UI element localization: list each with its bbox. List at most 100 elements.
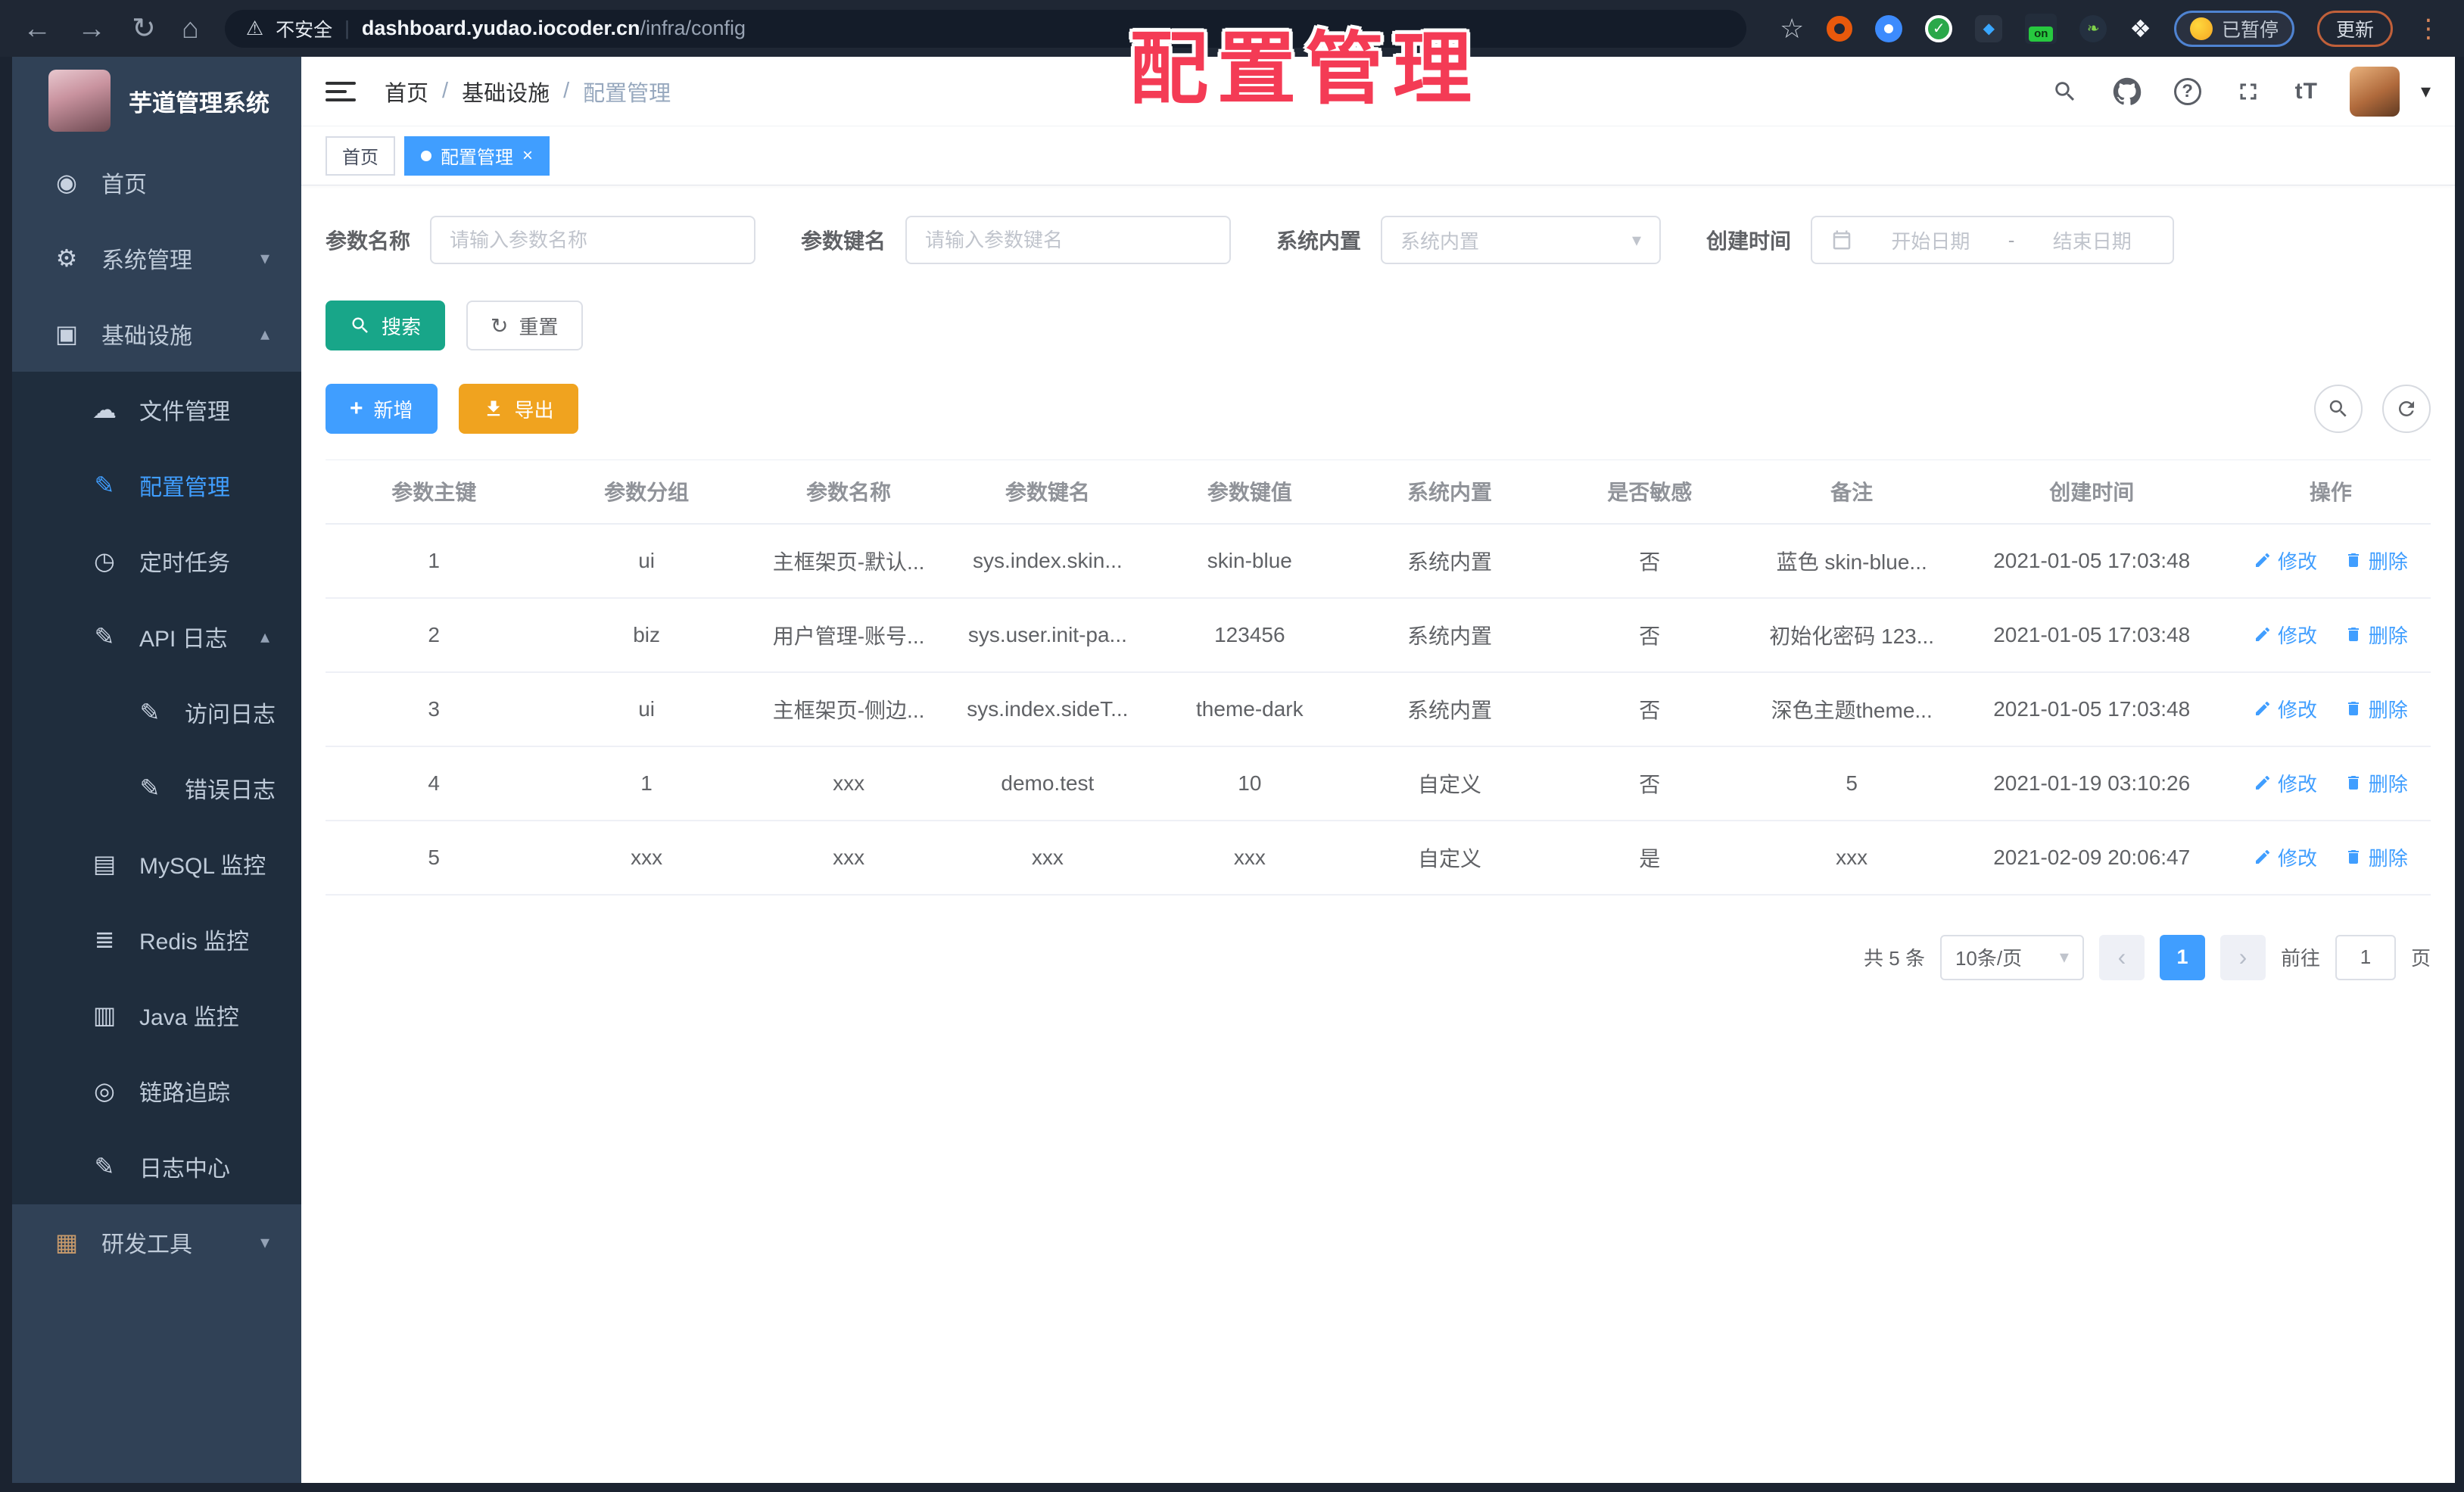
extension-pin-icon[interactable] bbox=[1875, 14, 1903, 42]
navbar-actions: ? tT ▾ bbox=[2050, 66, 2431, 117]
goto-page-input[interactable] bbox=[2335, 934, 2396, 980]
param-key-input[interactable] bbox=[905, 216, 1232, 264]
extension-diamond-icon[interactable]: ◆ bbox=[1975, 14, 2003, 42]
prev-page-button[interactable]: ‹ bbox=[2098, 934, 2145, 980]
export-button[interactable]: 导出 bbox=[458, 384, 578, 434]
paused-extension-pill[interactable]: 已暂停 bbox=[2173, 10, 2294, 47]
tab-home[interactable]: 首页 bbox=[326, 135, 395, 176]
column-header: 操作 bbox=[2230, 459, 2431, 525]
hide-search-button[interactable] bbox=[2314, 385, 2363, 433]
sidebar-item-api-log[interactable]: ✎ API 日志 ▴ bbox=[12, 599, 301, 674]
edit-link[interactable]: 修改 bbox=[2254, 843, 2317, 871]
help-icon[interactable]: ? bbox=[2173, 77, 2201, 105]
sidebar-item-home[interactable]: ◉ 首页 bbox=[12, 145, 301, 220]
gear-icon: ⚙ bbox=[55, 245, 78, 272]
fullscreen-icon[interactable] bbox=[2233, 76, 2263, 107]
address-bar[interactable]: ⚠ 不安全 | dashboard.yudao.iocoder.cn/infra… bbox=[224, 9, 1746, 48]
browser-back-icon[interactable]: ← bbox=[23, 14, 51, 43]
extension-leaf-icon[interactable]: ❧ bbox=[2079, 14, 2107, 42]
github-icon[interactable] bbox=[2112, 76, 2142, 107]
page-unit-label: 页 bbox=[2410, 947, 2431, 970]
select-placeholder: 系统内置 bbox=[1400, 229, 1480, 253]
log-icon: ✎ bbox=[94, 1153, 115, 1180]
add-button[interactable]: + 新增 bbox=[326, 384, 438, 434]
date-range-picker[interactable]: 开始日期 - 结束日期 bbox=[1811, 216, 2175, 264]
extensions-puzzle-icon[interactable]: ❖ bbox=[2129, 14, 2151, 43]
sidebar-item-error-log[interactable]: ✎ 错误日志 bbox=[12, 750, 301, 826]
delete-link[interactable]: 删除 bbox=[2344, 547, 2408, 575]
user-menu-caret-icon[interactable]: ▾ bbox=[2421, 79, 2431, 103]
column-header: 参数分组 bbox=[542, 459, 751, 525]
insecure-warning-icon: ⚠ bbox=[245, 17, 264, 39]
search-icon[interactable] bbox=[2050, 76, 2080, 107]
sidebar-item-file[interactable]: ☁ 文件管理 bbox=[12, 372, 301, 447]
calendar-icon bbox=[1830, 229, 1853, 251]
delete-link[interactable]: 删除 bbox=[2344, 621, 2408, 649]
url-host: dashboard.yudao.iocoder.cn bbox=[361, 17, 640, 39]
extension-check-icon[interactable]: ✓ bbox=[1925, 14, 1953, 42]
tags-view-bar: 首页 配置管理 × bbox=[301, 126, 2455, 185]
java-monitor-icon: ▥ bbox=[92, 1001, 117, 1029]
extension-on-badge-icon[interactable]: on bbox=[2025, 13, 2057, 44]
column-header: 是否敏感 bbox=[1548, 459, 1751, 525]
tab-close-icon[interactable]: × bbox=[522, 146, 533, 165]
sidebar-item-mysql[interactable]: ▤ MySQL 监控 bbox=[12, 826, 301, 902]
chevron-icon: ▴ bbox=[260, 323, 269, 344]
breadcrumb-separator: / bbox=[563, 79, 570, 103]
chevron-icon: ▾ bbox=[260, 1232, 269, 1253]
browser-reload-icon[interactable]: ↻ bbox=[132, 14, 156, 43]
filter-key: 参数键名 bbox=[801, 216, 1232, 264]
column-header: 参数键名 bbox=[946, 459, 1149, 525]
tab-config[interactable]: 配置管理 × bbox=[404, 135, 550, 176]
font-size-icon[interactable]: tT bbox=[2295, 79, 2318, 104]
delete-link[interactable]: 删除 bbox=[2344, 769, 2408, 797]
sidebar-item-access-log[interactable]: ✎ 访问日志 bbox=[12, 674, 301, 750]
breadcrumb-section[interactable]: 基础设施 bbox=[462, 76, 550, 107]
user-avatar[interactable] bbox=[2349, 66, 2400, 117]
edit-link[interactable]: 修改 bbox=[2254, 547, 2317, 575]
search-button[interactable]: 搜索 bbox=[326, 301, 446, 350]
extension-ring-icon[interactable] bbox=[1827, 15, 1853, 42]
browser-home-icon[interactable]: ⌂ bbox=[182, 14, 199, 43]
sidebar-item-java[interactable]: ▥ Java 监控 bbox=[12, 977, 301, 1053]
edit-link[interactable]: 修改 bbox=[2254, 621, 2317, 649]
filter-name-label: 参数名称 bbox=[326, 229, 411, 253]
filter-key-label: 参数键名 bbox=[801, 229, 886, 253]
browser-forward-icon[interactable]: → bbox=[77, 14, 106, 43]
next-page-button[interactable]: › bbox=[2219, 934, 2266, 980]
log-icon: ✎ bbox=[139, 699, 160, 726]
param-name-input[interactable] bbox=[430, 216, 756, 264]
start-date-placeholder: 开始日期 bbox=[1891, 229, 1970, 253]
url-text: dashboard.yudao.iocoder.cn/infra/config bbox=[362, 17, 746, 40]
table-toolbar-left: + 新增 导出 bbox=[326, 384, 578, 434]
edit-link[interactable]: 修改 bbox=[2254, 769, 2317, 797]
sidebar-item-log-center[interactable]: ✎ 日志中心 bbox=[12, 1129, 301, 1204]
table-row: 5 xxx xxx xxx xxx 自定义 是 xxx 2021-02-09 2… bbox=[326, 820, 2431, 896]
filter-form: 参数名称 参数键名 系统内置 系统内置 ▾ 创建时间 bbox=[326, 216, 2431, 264]
sidebar-item-infra[interactable]: ▣ 基础设施 ▴ bbox=[12, 296, 301, 372]
current-page[interactable]: 1 bbox=[2159, 934, 2205, 980]
sidebar-item-dev-tools[interactable]: ▦ 研发工具 ▾ bbox=[12, 1204, 301, 1280]
breadcrumb-home[interactable]: 首页 bbox=[385, 76, 428, 107]
app-logo-row[interactable]: 芋道管理系统 bbox=[12, 57, 301, 145]
table-toolbar: + 新增 导出 bbox=[326, 384, 2431, 434]
reset-button[interactable]: ↻ 重置 bbox=[466, 301, 583, 350]
sidebar-item-config[interactable]: ✎ 配置管理 bbox=[12, 447, 301, 523]
browser-update-button[interactable]: 更新 bbox=[2316, 10, 2393, 47]
edit-link[interactable]: 修改 bbox=[2254, 695, 2317, 723]
sidebar-item-trace[interactable]: ◎ 链路追踪 bbox=[12, 1053, 301, 1129]
browser-menu-icon[interactable]: ⋮ bbox=[2416, 14, 2441, 44]
page-size-select[interactable]: 10条/页 ▾ bbox=[1939, 934, 2084, 980]
plus-icon: + bbox=[350, 396, 363, 421]
sidebar: 芋道管理系统 ◉ 首页 ⚙ 系统管理 ▾ ▣ 基础设施 ▴ ☁ 文件管理 ✎ 配… bbox=[12, 57, 301, 1483]
refresh-table-button[interactable] bbox=[2382, 385, 2431, 433]
redis-icon: ≣ bbox=[94, 926, 115, 953]
sidebar-item-job[interactable]: ◷ 定时任务 bbox=[12, 523, 301, 599]
sidebar-toggle-icon[interactable] bbox=[326, 81, 356, 101]
delete-link[interactable]: 删除 bbox=[2344, 843, 2408, 871]
bookmark-star-icon[interactable]: ☆ bbox=[1780, 13, 1804, 45]
sidebar-item-system[interactable]: ⚙ 系统管理 ▾ bbox=[12, 220, 301, 296]
builtin-select[interactable]: 系统内置 ▾ bbox=[1381, 216, 1662, 264]
delete-link[interactable]: 删除 bbox=[2344, 695, 2408, 723]
sidebar-item-redis[interactable]: ≣ Redis 监控 bbox=[12, 902, 301, 977]
